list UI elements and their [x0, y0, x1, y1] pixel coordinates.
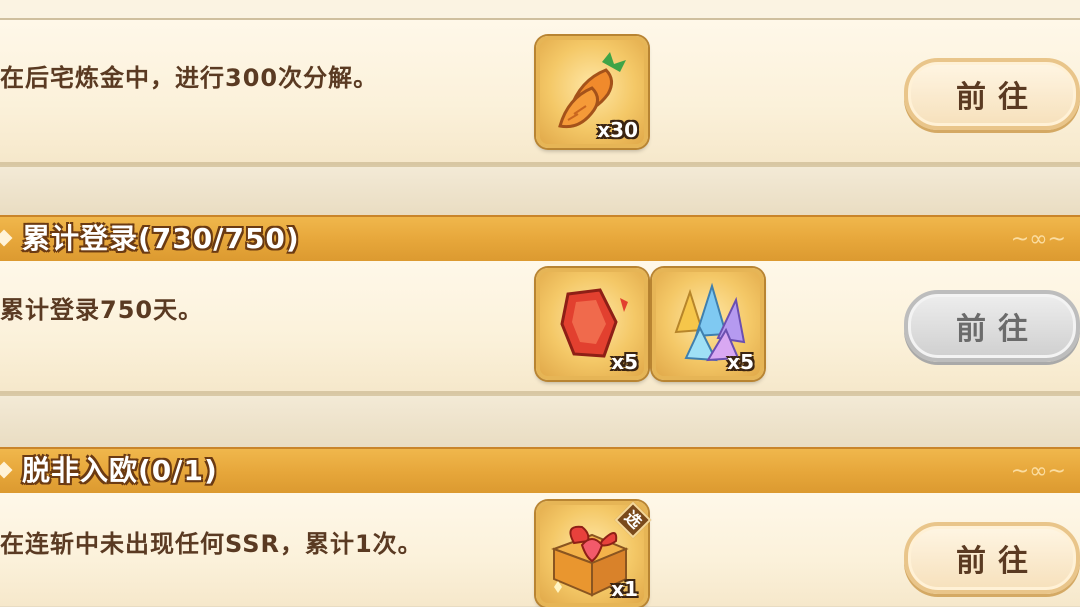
- task-description: 在后宅炼金中，进行300次分解。: [0, 64, 379, 92]
- task-title: 脱非入欧(0/1): [22, 454, 218, 487]
- task-description: 在连斩中未出现任何SSR，累计1次。: [0, 530, 423, 558]
- separator: [0, 165, 1080, 217]
- swirl-ornament-icon: ~∞~: [1010, 227, 1066, 252]
- reward-quantity: x5: [611, 350, 638, 374]
- diamond-icon: [0, 461, 13, 479]
- reward-quantity: x5: [727, 350, 754, 374]
- diamond-icon: [0, 229, 13, 247]
- task-description: 累计登录750天。: [0, 296, 204, 324]
- reward-item[interactable]: 选 x1: [536, 501, 652, 607]
- reward-item[interactable]: x5: [536, 268, 648, 380]
- top-edge: [0, 0, 1080, 20]
- separator: [0, 394, 1080, 449]
- reward-quantity: x30: [597, 118, 638, 142]
- task-header: 累计登录(730/750) ~∞~: [0, 215, 1080, 263]
- goto-button[interactable]: 前往: [904, 290, 1080, 362]
- swirl-ornament-icon: ~∞~: [1010, 459, 1066, 484]
- goto-button[interactable]: 前往: [904, 522, 1080, 594]
- reward-item[interactable]: x5: [652, 268, 764, 380]
- reward-item[interactable]: x30: [536, 36, 648, 148]
- task-title: 累计登录(730/750): [22, 222, 300, 255]
- goto-button[interactable]: 前往: [904, 58, 1080, 130]
- task-header: 脱非入欧(0/1) ~∞~: [0, 447, 1080, 495]
- reward-quantity: x1: [611, 577, 638, 601]
